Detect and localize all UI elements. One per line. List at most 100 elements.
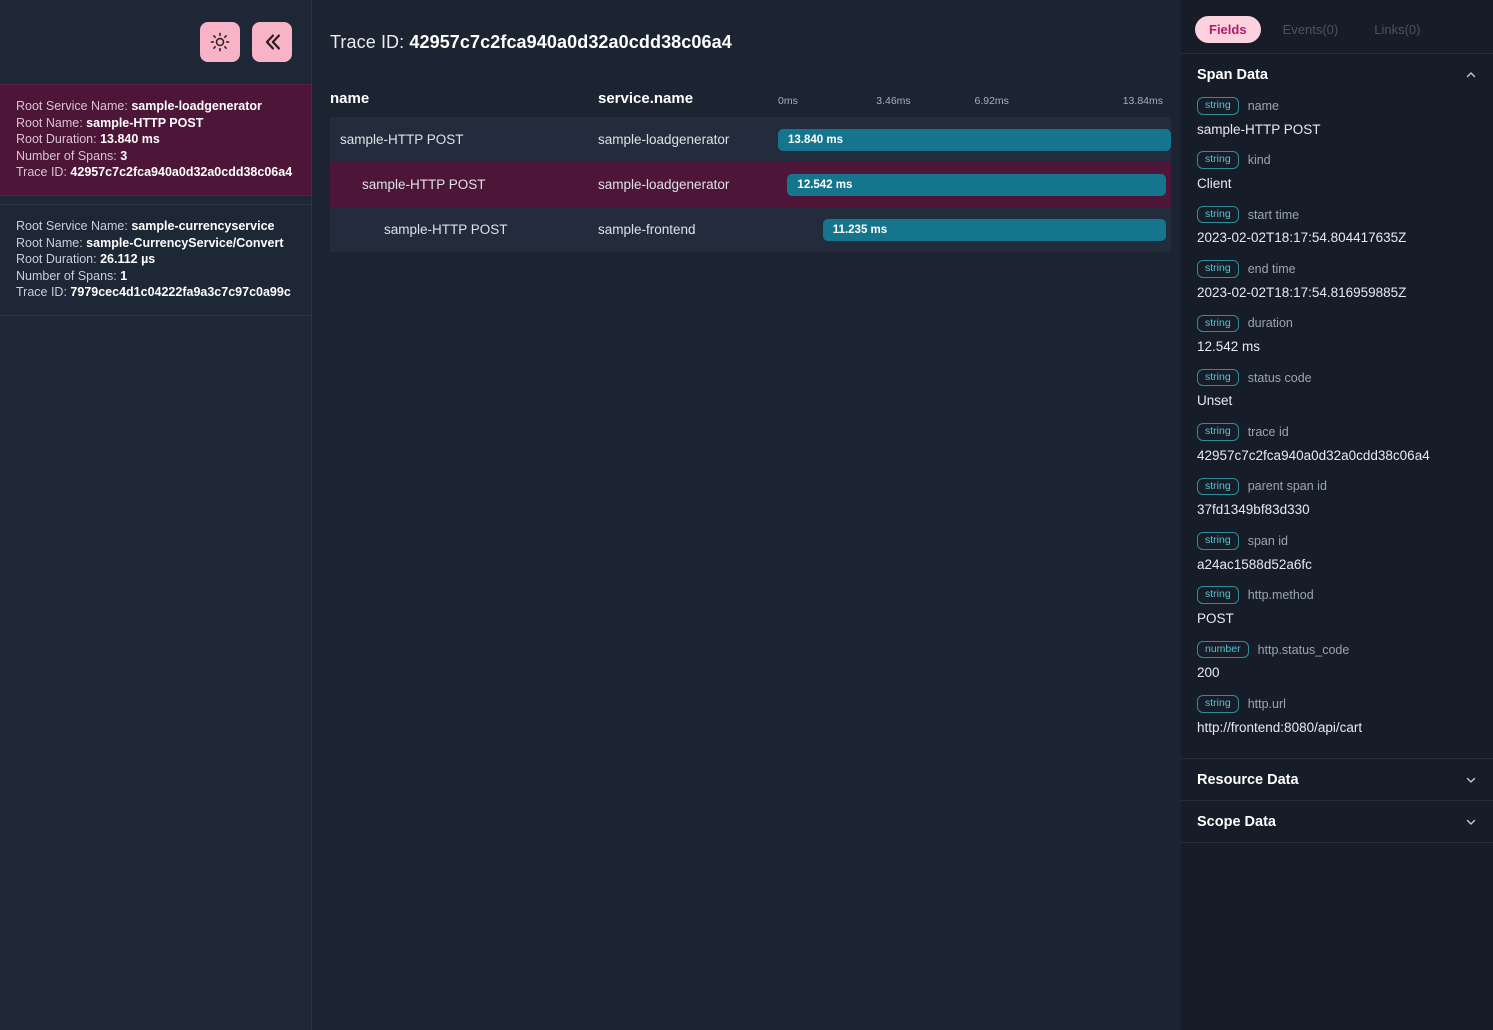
chevron-up-icon (1466, 72, 1476, 78)
chevron-down-icon (1466, 819, 1476, 825)
span-duration-label: 12.542 ms (797, 178, 853, 191)
span-row[interactable]: sample-HTTP POST sample-loadgenerator 12.5… (330, 162, 1171, 207)
trace-card[interactable]: Root Service Name: sample-currencyservic… (0, 203, 311, 316)
trace-card-root-name: Root Name: sample-CurrencyService/Conver… (16, 235, 295, 252)
span-field-key: number http.status_code (1197, 640, 1477, 659)
span-field-key: string parent span id (1197, 477, 1477, 496)
trace-id-label: Trace ID: (330, 32, 405, 52)
span-service-name: sample-frontend (598, 222, 696, 237)
field-name: kind (1247, 153, 1271, 168)
trace-card-span-count: Number of Spans: 1 (16, 268, 295, 285)
tab-events-0[interactable]: Events(0) (1269, 16, 1353, 43)
field-type-badge: string (1197, 260, 1239, 278)
field-type-badge: string (1197, 205, 1239, 224)
span-field: string end time 2023-02-02T18:17:54.816959… (1197, 260, 1477, 301)
tab-links-0[interactable]: Links(0) (1360, 16, 1434, 43)
field-value: http://frontend:8080/api/cart (1197, 719, 1363, 735)
resource-data-title: Resource Data (1197, 771, 1299, 788)
span-name: sample-HTTP POST (384, 222, 508, 237)
trace-card-trace-id: Trace ID: 42957c7c2fca940a0d32a0cdd38c06… (16, 164, 295, 181)
collapse-sidebar-button[interactable] (252, 22, 292, 62)
chevron-down-icon (1466, 777, 1476, 783)
trace-card-span-count-value: 1 (120, 268, 128, 283)
field-name: status code (1247, 370, 1312, 385)
sidebar-toolbar (0, 0, 311, 84)
span-field-key: string status code (1197, 368, 1477, 387)
field-name: start time (1247, 207, 1300, 222)
trace-card-root-service-name: Root Service Name: sample-currencyservic… (16, 218, 295, 235)
span-field: string status code Unset (1197, 368, 1477, 410)
field-type-badge: string (1197, 314, 1239, 332)
span-field-key: string kind (1197, 151, 1477, 169)
trace-card-span-count-value: 3 (120, 148, 128, 163)
scope-data-title: Scope Data (1197, 813, 1276, 830)
waterfall: name service.name 0ms 3.46ms 6.92ms 13.84ms… (312, 77, 1181, 252)
resource-data-section-header[interactable]: Resource Data (1181, 757, 1493, 800)
span-name: sample-HTTP POST (362, 177, 486, 192)
collapsed-sections: Resource Data Scope Data (1181, 757, 1493, 843)
field-type-badge: string (1197, 423, 1239, 441)
span-row[interactable]: sample-HTTP POST sample-loadgenerator 13.8… (330, 117, 1171, 162)
theme-toggle-button[interactable] (200, 22, 240, 62)
span-rows: sample-HTTP POST sample-loadgenerator 13.8… (330, 117, 1171, 252)
trace-card-root-name-label: Root Name: (16, 115, 87, 130)
span-data-title: Span Data (1197, 67, 1268, 83)
field-type-badge: string (1197, 532, 1239, 550)
span-row[interactable]: sample-HTTP POST sample-frontend 11.235 ms (330, 207, 1171, 252)
span-field: string span id a24ac1588d52a6fc (1197, 532, 1477, 573)
span-field-key: string http.url (1197, 695, 1477, 713)
waterfall-header: name service.name 0ms 3.46ms 6.92ms 13.84ms (330, 77, 1171, 107)
span-service-name: sample-loadgenerator (598, 177, 730, 192)
trace-card-span-count: Number of Spans: 3 (16, 148, 295, 165)
span-data-section-header[interactable]: Span Data (1181, 53, 1493, 95)
trace-card-root-service-name-label: Root Service Name: (16, 218, 132, 233)
span-field: string start time 2023-02-02T18:17:54.8044… (1197, 205, 1477, 247)
span-field: string http.method POST (1197, 586, 1477, 627)
tab-fields[interactable]: Fields (1195, 16, 1261, 43)
span-field: string duration 12.542 ms (1197, 314, 1477, 356)
span-field-key: string name (1197, 97, 1477, 115)
span-field-key: string duration (1197, 314, 1477, 332)
span-name: sample-HTTP POST (340, 132, 464, 147)
trace-card-root-duration-value: 13.840 ms (100, 132, 160, 147)
trace-card[interactable]: Root Service Name: sample-loadgenerator R… (0, 84, 311, 196)
span-duration-bar[interactable]: 12.542 ms (787, 173, 1167, 196)
field-value: POST (1197, 610, 1234, 626)
trace-card-root-duration-label: Root Duration: (16, 132, 101, 147)
span-field: number http.status_code 200 (1197, 640, 1477, 682)
field-value: Unset (1197, 393, 1233, 409)
field-type-badge: string (1197, 368, 1239, 387)
trace-card-root-service-name-value: sample-loadgenerator (131, 99, 262, 113)
trace-card-root-duration: Root Duration: 26.112 µs (16, 251, 295, 268)
field-value: 37fd1349bf83d330 (1197, 502, 1310, 518)
span-field-key: string end time (1197, 260, 1477, 278)
span-field: string parent span id 37fd1349bf83d330 (1197, 477, 1477, 519)
span-duration-bar[interactable]: 13.840 ms (778, 128, 1171, 151)
field-name: http.method (1247, 588, 1314, 603)
page-title: Trace ID: 42957c7c2fca940a0d32a0cdd38c06… (312, 0, 1181, 53)
field-name: trace id (1247, 425, 1289, 439)
field-value: 42957c7c2fca940a0d32a0cdd38c06a4 (1197, 447, 1430, 463)
field-name: http.status_code (1257, 642, 1350, 657)
field-name: name (1247, 98, 1279, 113)
field-name: parent span id (1247, 479, 1327, 494)
span-duration-bar[interactable]: 11.235 ms (822, 218, 1166, 241)
trace-card-trace-id-label: Trace ID: (16, 285, 71, 300)
field-value: 200 (1197, 665, 1220, 681)
trace-card-root-duration-label: Root Duration: (16, 252, 101, 267)
span-field-list: string name sample-HTTP POST string kind Clie… (1181, 95, 1493, 756)
field-name: http.url (1247, 696, 1286, 711)
trace-card-root-name-label: Root Name: (16, 235, 87, 250)
trace-card-root-service-name-label: Root Service Name: (16, 99, 132, 113)
field-value: 2023-02-02T18:17:54.816959885Z (1197, 284, 1407, 300)
span-field-key: string trace id (1197, 423, 1477, 441)
trace-card-trace-id-value: 7979cec4d1c04222fa9a3c7c97c0a99c (70, 285, 291, 300)
scope-data-section-header[interactable]: Scope Data (1181, 799, 1493, 843)
trace-card-root-name-value: sample-CurrencyService/Convert (86, 235, 284, 250)
span-duration-label: 13.840 ms (788, 133, 843, 146)
field-type-badge: string (1197, 586, 1239, 604)
span-field: string http.url http://frontend:8080/api/c… (1197, 695, 1477, 736)
chevrons-left-icon (265, 34, 280, 50)
timeline-axis: 0ms 3.46ms 6.92ms 13.84ms (778, 91, 1171, 107)
timeline-tick: 3.46ms (876, 95, 911, 107)
